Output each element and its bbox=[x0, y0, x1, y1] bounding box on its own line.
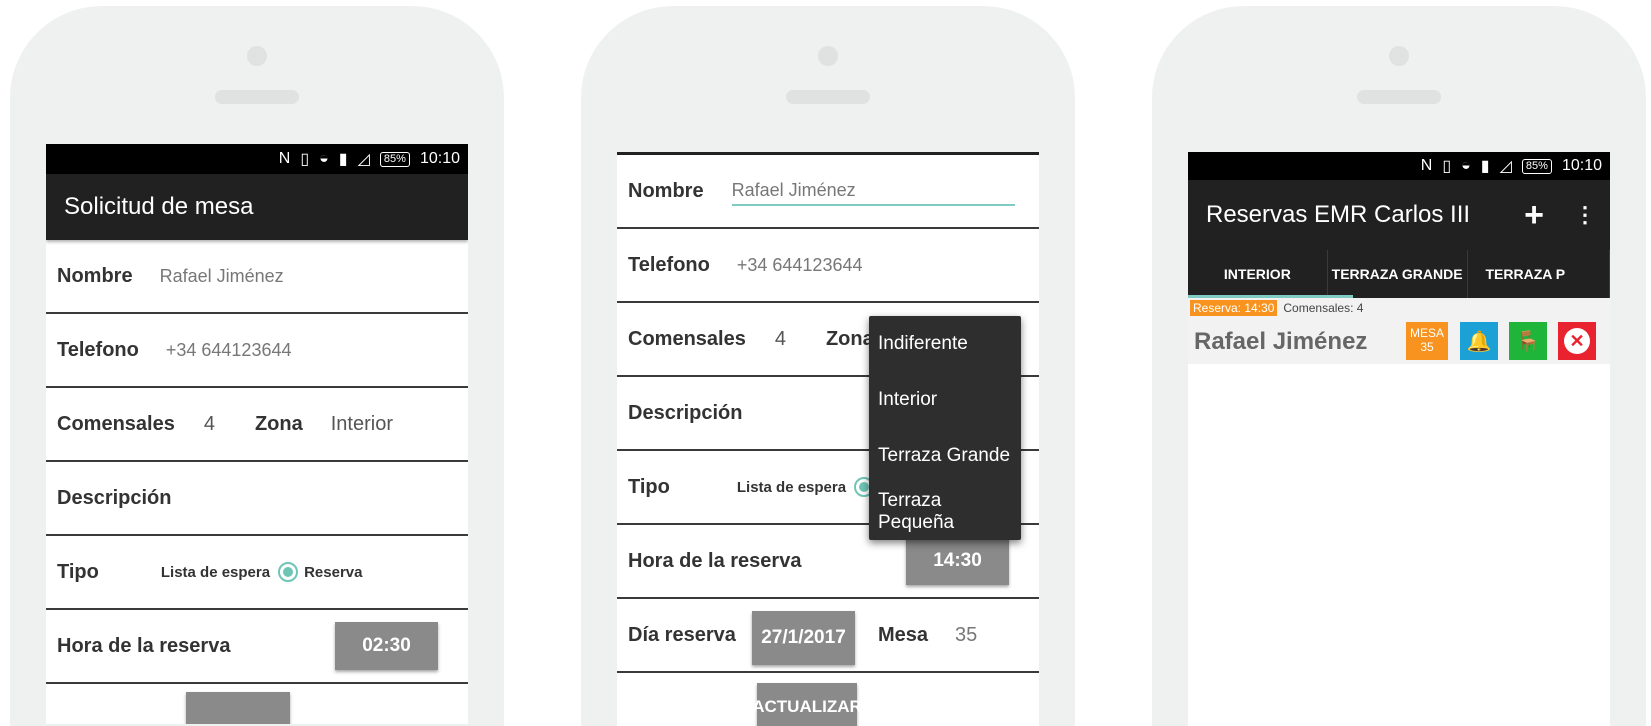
phone-frame-2: Nombre Rafael Jiménez Telefono +34 64412… bbox=[581, 6, 1075, 726]
reservations-screen: N ▯ ◒ ▮ ◿ 85% 10:10 Reservas EMR Carlos … bbox=[1188, 152, 1610, 726]
hora-label: Hora de la reserva bbox=[57, 634, 231, 657]
signal-icon: ◿ bbox=[357, 151, 370, 168]
battery-indicator: 85% bbox=[1521, 158, 1552, 174]
telefono-label: Telefono bbox=[57, 338, 139, 361]
descripcion-label: Descripción bbox=[57, 486, 172, 509]
app-toolbar: Solicitud de mesa bbox=[46, 174, 468, 240]
zona-label: Zona bbox=[254, 412, 303, 435]
zona-option-terraza-grande[interactable]: Terraza Grande bbox=[869, 428, 1021, 484]
notify-bell-icon[interactable]: 🔔 bbox=[1460, 322, 1498, 360]
camera bbox=[1389, 46, 1409, 66]
tipo-row: Tipo Lista de espera Reserva bbox=[46, 536, 468, 610]
mesa-badge-number: 35 bbox=[1420, 340, 1434, 354]
app-toolbar: Reservas EMR Carlos III + ⋮ bbox=[1188, 180, 1610, 250]
comensales-field[interactable]: 4 bbox=[204, 413, 215, 436]
hora-row: Hora de la reserva 02:30 bbox=[46, 610, 468, 684]
clock: 10:10 bbox=[419, 150, 460, 167]
reservation-guests: Comensales: 4 bbox=[1283, 301, 1364, 315]
nfc-icon: N bbox=[278, 150, 291, 167]
telefono-field[interactable]: +34 644123644 bbox=[737, 255, 863, 276]
mesa-badge[interactable]: MESA 35 bbox=[1406, 322, 1448, 360]
nombre-field[interactable]: Rafael Jiménez bbox=[160, 266, 284, 287]
sim-alert-icon: ▮ bbox=[1480, 158, 1490, 175]
update-button[interactable]: ACTUALIZAR bbox=[752, 683, 862, 726]
mesa-label: Mesa bbox=[878, 623, 929, 646]
telefono-field[interactable]: +34 644123644 bbox=[166, 340, 292, 361]
sim-alert-icon: ▮ bbox=[338, 151, 348, 168]
mesa-badge-label: MESA bbox=[1409, 326, 1444, 341]
zona-label: Zona bbox=[825, 327, 874, 350]
vibrate-icon: ▯ bbox=[300, 151, 310, 168]
nombre-row: Nombre Rafael Jiménez bbox=[617, 155, 1039, 229]
status-bar: N ▯ ◒ ▮ ◿ 85% 10:10 bbox=[1188, 152, 1610, 180]
dia-row bbox=[46, 684, 468, 724]
descripcion-label: Descripción bbox=[628, 401, 743, 424]
mesa-field[interactable]: 35 bbox=[955, 624, 977, 647]
tipo-option-wait[interactable]: Lista de espera bbox=[161, 564, 270, 581]
reservation-name: Rafael Jiménez bbox=[1194, 328, 1368, 355]
tipo-label: Tipo bbox=[628, 475, 670, 498]
request-screen-scrolled: Nombre Rafael Jiménez Telefono +34 64412… bbox=[617, 152, 1039, 726]
telefono-row: Telefono +34 644123644 bbox=[46, 314, 468, 388]
update-row: ACTUALIZAR bbox=[617, 673, 1039, 726]
page-title: Reservas EMR Carlos III bbox=[1206, 201, 1471, 228]
telefono-label: Telefono bbox=[628, 253, 710, 276]
cancel-icon[interactable]: ✕ bbox=[1558, 322, 1596, 360]
descripcion-row: Descripción bbox=[46, 462, 468, 536]
nombre-label: Nombre bbox=[57, 264, 133, 287]
camera bbox=[818, 46, 838, 66]
tipo-option-reserve[interactable]: Reserva bbox=[304, 564, 362, 581]
phone-frame-3: N ▯ ◒ ▮ ◿ 85% 10:10 Reservas EMR Carlos … bbox=[1152, 6, 1646, 726]
comensales-label: Comensales bbox=[57, 412, 175, 435]
wifi-icon: ◒ bbox=[1461, 157, 1471, 174]
zone-tabs: INTERIOR TERRAZA GRANDE TERRAZA P bbox=[1188, 250, 1610, 298]
add-icon[interactable]: + bbox=[1524, 198, 1544, 232]
camera bbox=[247, 46, 267, 66]
nombre-input[interactable]: Rafael Jiménez bbox=[731, 180, 1015, 206]
phone-frame-1: N ▯ ◒ ▮ ◿ 85% 10:10 Solicitud de mesa No… bbox=[10, 6, 504, 726]
comensales-label: Comensales bbox=[628, 327, 746, 350]
comensales-field[interactable]: 4 bbox=[775, 328, 786, 351]
comensales-row: Comensales 4 Zona Interior bbox=[46, 388, 468, 462]
hora-button[interactable]: 14:30 bbox=[906, 537, 1009, 585]
nombre-row: Nombre Rafael Jiménez bbox=[46, 240, 468, 314]
dia-button[interactable]: 27/1/2017 bbox=[752, 611, 855, 665]
nombre-label: Nombre bbox=[628, 179, 704, 202]
zona-option-interior[interactable]: Interior bbox=[869, 372, 1021, 428]
tab-terraza-grande[interactable]: TERRAZA GRANDE bbox=[1328, 250, 1468, 298]
telefono-row: Telefono +34 644123644 bbox=[617, 229, 1039, 303]
hora-label: Hora de la reserva bbox=[628, 549, 802, 572]
zona-option-indiferente[interactable]: Indiferente bbox=[869, 316, 1021, 372]
zona-select[interactable]: Interior bbox=[331, 413, 393, 436]
speaker bbox=[215, 90, 299, 104]
signal-icon: ◿ bbox=[1499, 158, 1512, 175]
wifi-icon: ◒ bbox=[319, 150, 329, 167]
radio-selected-icon[interactable] bbox=[278, 562, 299, 582]
dia-button[interactable] bbox=[186, 692, 290, 724]
speaker bbox=[1357, 90, 1441, 104]
reservation-time-badge: Reserva: 14:30 bbox=[1190, 300, 1278, 316]
tipo-option-wait[interactable]: Lista de espera bbox=[737, 479, 846, 496]
zona-option-terraza-pequena[interactable]: Terraza Pequeña bbox=[869, 484, 1021, 540]
zona-dropdown: Indiferente Interior Terraza Grande Terr… bbox=[869, 316, 1021, 540]
reservation-card[interactable]: Reserva: 14:30 Comensales: 4 Rafael Jimé… bbox=[1188, 298, 1610, 364]
vibrate-icon: ▯ bbox=[1442, 158, 1452, 175]
tab-terraza-pequena[interactable]: TERRAZA P bbox=[1468, 250, 1610, 298]
seat-table-icon[interactable]: 🪑 bbox=[1509, 322, 1547, 360]
dia-label: Día reserva bbox=[628, 623, 736, 646]
status-bar: N ▯ ◒ ▮ ◿ 85% 10:10 bbox=[46, 144, 468, 174]
battery-indicator: 85% bbox=[379, 151, 410, 167]
tab-interior[interactable]: INTERIOR bbox=[1188, 250, 1328, 298]
overflow-menu-icon[interactable]: ⋮ bbox=[1574, 202, 1596, 228]
request-screen: N ▯ ◒ ▮ ◿ 85% 10:10 Solicitud de mesa No… bbox=[46, 144, 468, 724]
clock: 10:10 bbox=[1561, 157, 1602, 174]
page-title: Solicitud de mesa bbox=[64, 193, 254, 220]
nfc-icon: N bbox=[1420, 157, 1433, 174]
hora-button[interactable]: 02:30 bbox=[335, 622, 438, 670]
tipo-label: Tipo bbox=[57, 560, 99, 583]
dia-row: Día reserva 27/1/2017 Mesa 35 bbox=[617, 599, 1039, 673]
speaker bbox=[786, 90, 870, 104]
